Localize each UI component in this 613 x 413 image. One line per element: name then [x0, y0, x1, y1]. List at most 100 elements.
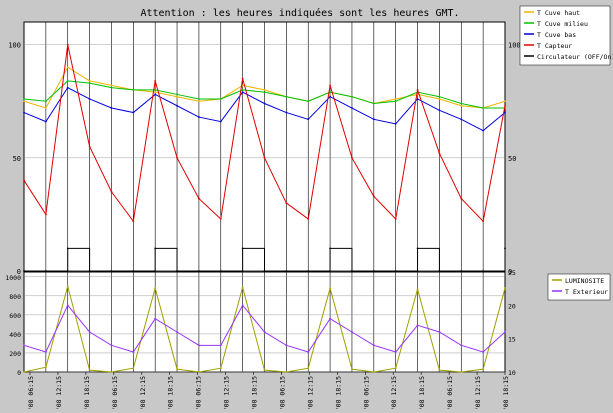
series-point	[460, 344, 463, 347]
series-point	[176, 95, 178, 98]
series-point	[372, 195, 375, 198]
series-point	[241, 304, 244, 307]
series-point	[438, 98, 441, 100]
series-point	[263, 369, 266, 371]
bottom-y-left-tick-label: 0	[17, 369, 21, 377]
series-point	[351, 368, 353, 371]
legend-entry: T Cuve bas	[537, 31, 576, 39]
series-point	[154, 247, 157, 250]
series-point	[176, 156, 178, 159]
series-point	[394, 100, 397, 103]
legend-entry: T Exterieur	[565, 288, 608, 296]
series-point	[482, 368, 485, 371]
series-point	[263, 89, 266, 91]
series-point	[219, 120, 222, 123]
series-point	[176, 368, 178, 371]
series-point	[416, 288, 419, 291]
series-point	[351, 156, 353, 159]
series-point	[438, 369, 441, 371]
series-point	[176, 331, 178, 333]
x-tick-label: 10/08 12:15	[306, 376, 314, 409]
x-tick-label: 11/08 12:15	[390, 376, 398, 409]
series-point	[198, 344, 200, 347]
series-point	[241, 91, 244, 94]
series-point	[394, 98, 397, 100]
x-tick-label: 09/08 18:15	[251, 376, 259, 409]
series-point	[351, 331, 353, 333]
series-point	[416, 98, 419, 100]
bottom-y-right-tick-label: 25	[508, 269, 516, 277]
series-point	[44, 351, 47, 353]
series-point	[132, 367, 135, 370]
series-point	[241, 89, 244, 91]
series-point	[285, 202, 288, 204]
series-point	[329, 95, 331, 98]
legend-entry: T Capteur	[537, 42, 572, 50]
series-point	[110, 86, 113, 89]
series-point	[438, 152, 441, 155]
series-point	[285, 111, 288, 114]
series-point	[66, 247, 69, 250]
bottom-y-right-tick-label: 15	[508, 336, 516, 344]
series-point	[241, 286, 244, 289]
series-point	[110, 107, 113, 109]
series-point	[219, 344, 222, 347]
x-tick-label: 09/08 12:15	[223, 376, 231, 409]
series-point	[460, 118, 463, 121]
series-point	[482, 129, 485, 132]
series-point	[307, 351, 310, 353]
series-point	[372, 118, 375, 121]
series-point	[416, 247, 419, 250]
series-point	[329, 84, 331, 87]
series-point	[460, 102, 463, 105]
series-point	[88, 82, 91, 85]
series-point	[307, 218, 310, 220]
series-point	[176, 93, 178, 96]
series-point	[482, 351, 485, 353]
series-point	[154, 287, 157, 290]
series-point	[88, 79, 91, 82]
series-point	[110, 344, 113, 347]
series-point	[110, 371, 113, 373]
series-point	[44, 100, 47, 103]
series-point	[372, 344, 375, 347]
legend-entry: T Cuve milieu	[537, 20, 588, 28]
top-y-right-tick-label: 50	[508, 155, 516, 163]
series-point	[307, 118, 310, 121]
x-tick-label: 08/08 18:15	[167, 376, 175, 409]
series-point	[504, 287, 506, 290]
series-point	[438, 95, 441, 98]
series-point	[285, 95, 288, 98]
series-point	[329, 247, 331, 250]
series-point	[66, 66, 69, 69]
series-point	[438, 331, 441, 333]
series-point	[482, 220, 485, 223]
legend-entry: LUMINOSITE	[565, 277, 604, 285]
top-y-right-tick-label: 100	[508, 42, 521, 50]
series-point	[132, 220, 135, 223]
series-point	[285, 371, 288, 373]
series-point	[198, 100, 200, 103]
series-point	[460, 371, 463, 373]
x-tick-label: 10/08 06:15	[278, 376, 286, 409]
x-tick-label: 07/08 12:15	[55, 376, 63, 409]
series-point	[110, 84, 113, 87]
series-point	[154, 79, 157, 82]
series-point	[66, 79, 69, 82]
bottom-y-right-tick-label: 20	[508, 302, 516, 310]
series-point	[23, 100, 25, 103]
x-tick-label: 11/08 06:15	[362, 376, 370, 409]
bottom-y-left-tick-label: 1000	[5, 274, 21, 282]
x-tick-label: 12/08 12:15	[474, 376, 482, 409]
top-panel: 100500100500T Cuve hautT Cuve milieuT Cu…	[8, 5, 613, 276]
bottom-y-left-tick-label: 200	[9, 350, 21, 358]
series-point	[44, 366, 47, 369]
series-point	[460, 197, 463, 200]
series-point	[504, 104, 506, 107]
series-point	[394, 351, 397, 353]
series-point	[44, 213, 47, 216]
series-point	[416, 89, 419, 91]
series-point	[263, 102, 266, 105]
series-point	[394, 218, 397, 220]
series-point	[198, 371, 200, 373]
